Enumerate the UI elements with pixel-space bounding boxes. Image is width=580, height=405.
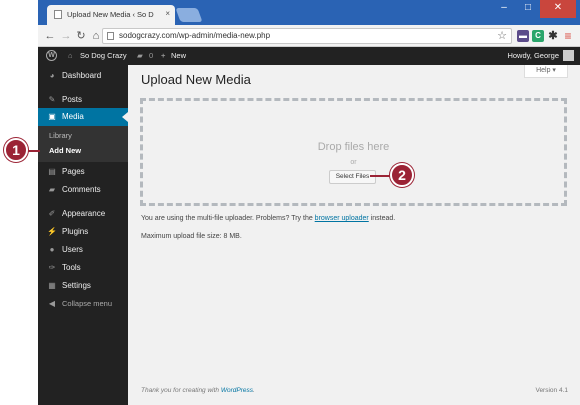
media-submenu: Library Add New (38, 126, 128, 162)
sidebar-item-posts[interactable]: ✎ Posts (38, 91, 128, 109)
main-content: Upload New Media Help ▾ Drop files here … (128, 65, 580, 405)
version-text: Version 4.1 (535, 387, 568, 394)
address-bar[interactable]: sodogcrazy.com/wp-admin/media-new.php ☆ (102, 28, 512, 44)
sidebar-item-label: Plugins (62, 227, 89, 236)
note-text-before: You are using the multi-file uploader. P… (141, 215, 315, 222)
wordpress-link[interactable]: WordPress (221, 387, 253, 394)
page-title: Upload New Media (141, 72, 251, 87)
note-text-after: instead. (368, 215, 396, 222)
reload-icon[interactable]: ↻ (75, 29, 87, 43)
max-upload-size: Maximum upload file size: 8 MB. (141, 233, 242, 240)
bookmark-ext-icon[interactable]: ▬ (517, 30, 529, 42)
wp-admin-bar: W ⌂ So Dog Crazy ▰ 0 + New Howdy, George (38, 47, 580, 65)
plus-icon[interactable]: + (161, 51, 165, 60)
plug-icon: ⚡ (47, 227, 57, 236)
tab-title: Upload New Media ‹ So D (67, 10, 154, 19)
footer-text: Thank you for creating with (141, 387, 221, 394)
sidebar-item-settings[interactable]: ▦ Settings (38, 277, 128, 295)
back-arrow-icon[interactable]: ← (44, 29, 56, 43)
media-icon: ▣ (48, 112, 56, 121)
sidebar-item-label: Pages (62, 167, 85, 176)
menu-icon[interactable]: ≡ (562, 30, 574, 42)
or-text: or (350, 159, 357, 166)
close-window-button[interactable]: ✕ (540, 0, 576, 18)
page-favicon-icon (54, 10, 62, 19)
sidebar-item-dashboard[interactable]: ◕ Dashboard (38, 67, 128, 85)
minimize-button[interactable]: – (492, 0, 516, 18)
browser-window: Upload New Media ‹ So D × – □ ✕ ← → ↻ ⌂ … (38, 0, 580, 405)
tab-close-icon[interactable]: × (165, 9, 170, 18)
url-text: sodogcrazy.com/wp-admin/media-new.php (119, 31, 271, 40)
footer-period: . (253, 387, 255, 394)
sidebar-item-label: Posts (62, 95, 83, 104)
home-icon[interactable]: ⌂ (90, 29, 102, 43)
submenu-item-add-new[interactable]: Add New (49, 146, 81, 155)
footer-thanks: Thank you for creating with WordPress. (141, 387, 255, 394)
sidebar-item-comments[interactable]: ▰ Comments (38, 181, 128, 199)
sidebar-item-label: Media (62, 112, 84, 121)
window-controls: – □ ✕ (492, 0, 576, 18)
tab-bar: Upload New Media ‹ So D × – □ ✕ (38, 0, 580, 25)
uploader-note: You are using the multi-file uploader. P… (141, 215, 395, 222)
sidebar-item-label: Users (62, 245, 83, 254)
home-icon: ⌂ (68, 51, 73, 60)
browser-tab[interactable]: Upload New Media ‹ So D × (47, 5, 175, 25)
drop-zone[interactable]: Drop files here or Select Files (140, 98, 567, 206)
collapse-menu-button[interactable]: ◀ Collapse menu (38, 295, 128, 313)
callout-1-badge: 1 (4, 138, 28, 162)
bookmark-star-icon[interactable]: ☆ (497, 29, 507, 42)
sidebar-item-appearance[interactable]: ✐ Appearance (38, 205, 128, 223)
sidebar-item-label: Comments (62, 185, 101, 194)
new-tab-button[interactable] (175, 8, 203, 22)
brush-icon: ✐ (48, 209, 56, 218)
sidebar-item-pages[interactable]: ▤ Pages (38, 163, 128, 181)
sidebar-item-label: Tools (62, 263, 81, 272)
sidebar-item-label: Appearance (62, 209, 106, 218)
callout-2-pointer (370, 175, 392, 177)
callout-2-badge: 2 (390, 163, 414, 187)
avatar[interactable] (563, 50, 574, 61)
new-link[interactable]: New (171, 51, 186, 60)
sidebar-item-media[interactable]: ▣ Media (38, 108, 128, 126)
admin-sidebar: ◕ Dashboard ✎ Posts ▣ Media Library Add … (38, 65, 128, 405)
c-ext-icon[interactable]: C (532, 30, 544, 42)
dashboard-icon: ◕ (49, 71, 55, 80)
sidebar-item-label: Settings (62, 281, 91, 290)
sidebar-item-label: Dashboard (62, 71, 102, 80)
collapse-icon: ◀ (48, 299, 56, 308)
sidebar-item-users[interactable]: ● Users (38, 241, 128, 259)
comment-bubble-icon[interactable]: ▰ (137, 51, 143, 60)
comments-icon: ▰ (48, 185, 56, 194)
settings-icon: ▦ (48, 281, 56, 290)
drop-files-text: Drop files here (317, 141, 390, 153)
sidebar-item-plugins[interactable]: ⚡ Plugins (38, 223, 128, 241)
site-name-link[interactable]: So Dog Crazy (80, 51, 127, 60)
browser-uploader-link[interactable]: browser uploader (315, 215, 369, 222)
howdy-greeting[interactable]: Howdy, George (507, 51, 559, 60)
gear-ext-icon[interactable]: ✱ (547, 30, 559, 42)
users-icon: ● (49, 245, 55, 254)
help-tab-button[interactable]: Help ▾ (524, 65, 568, 78)
maximize-button[interactable]: □ (516, 0, 540, 18)
pin-icon: ✎ (48, 95, 56, 104)
comments-count[interactable]: 0 (149, 51, 153, 60)
page-icon (107, 32, 114, 40)
browser-toolbar: ← → ↻ ⌂ sodogcrazy.com/wp-admin/media-ne… (38, 25, 580, 47)
pages-icon: ▤ (48, 167, 56, 176)
submenu-item-library[interactable]: Library (49, 131, 72, 140)
sidebar-item-label: Collapse menu (62, 299, 113, 308)
sidebar-item-tools[interactable]: ✑ Tools (38, 259, 128, 277)
wrench-icon: ✑ (48, 263, 56, 272)
callout-1-pointer (26, 150, 40, 152)
wordpress-logo-icon[interactable]: W (46, 50, 57, 61)
forward-arrow-icon[interactable]: → (60, 29, 72, 43)
select-files-button[interactable]: Select Files (329, 170, 376, 184)
